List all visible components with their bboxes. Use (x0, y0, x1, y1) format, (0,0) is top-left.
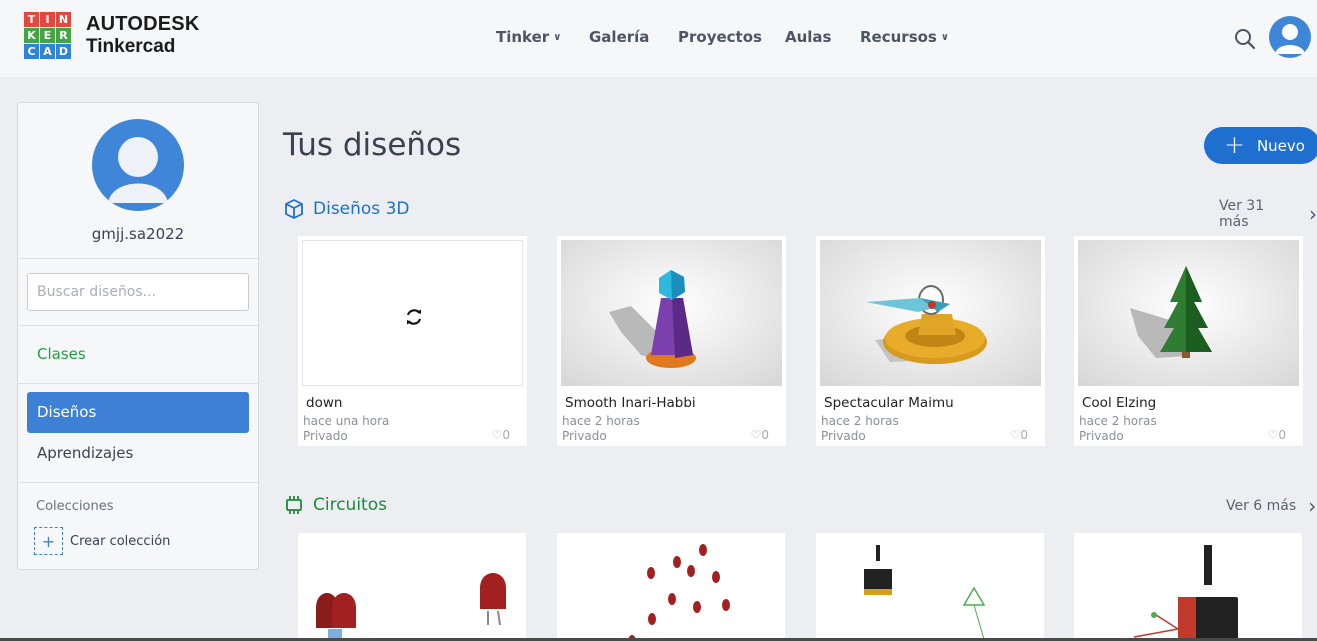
circuit-thumbnail (316, 573, 506, 639)
create-collection-button[interactable]: + Crear colección (34, 527, 170, 555)
chevron-down-icon: ∨ (553, 32, 562, 43)
design-thumbnail (1078, 240, 1299, 386)
like-count-value: 0 (502, 428, 510, 442)
user-avatar-icon[interactable] (1269, 16, 1311, 58)
main-nav: Tinker ∨ Galería Proyectos Aulas Recursos… (0, 0, 1317, 77)
chevron-right-icon: › (1308, 494, 1317, 518)
sidebar-username[interactable]: gmjj.sa2022 (18, 225, 258, 243)
designs-3d-heading[interactable]: Diseños 3D (283, 198, 409, 220)
chevron-down-icon: ∨ (940, 32, 949, 43)
design-thumbnail (820, 240, 1041, 386)
profile-avatar[interactable] (92, 119, 184, 211)
like-count[interactable]: ♡0 (751, 428, 769, 442)
nav-tinker[interactable]: Tinker ∨ (496, 28, 561, 46)
like-count-value: 0 (1020, 428, 1028, 442)
divider (18, 482, 258, 483)
design-name: Smooth Inari-Habbi (565, 395, 696, 411)
circuit-chip-icon (286, 496, 302, 514)
sidebar: gmjj.sa2022 Clases Diseños Aprendizajes … (17, 102, 259, 570)
sidebar-item-disenos[interactable]: Diseños (27, 392, 249, 433)
circuit-thumbnail (1133, 545, 1238, 641)
nav-label: Recursos (860, 28, 937, 46)
like-count-value: 0 (761, 428, 769, 442)
page-title: Tus diseños (283, 127, 462, 163)
design-card[interactable]: Smooth Inari-Habbi hace 2 horas Privado … (557, 236, 786, 446)
design-visibility: Privado (562, 429, 607, 443)
see-more-label: Ver 6 más (1226, 498, 1297, 514)
design-visibility: Privado (821, 429, 866, 443)
plus-icon: + (1224, 130, 1245, 159)
design-card[interactable]: down hace una hora Privado ♡0 (298, 236, 527, 446)
design-time: hace 2 horas (562, 414, 640, 428)
refresh-icon (406, 309, 422, 325)
nav-galeria[interactable]: Galería (589, 28, 649, 46)
circuit-thumbnail (628, 544, 730, 641)
design-card[interactable]: Spectacular Maimu hace 2 horas Privado ♡… (816, 236, 1045, 446)
create-collection-label: Crear colección (70, 533, 171, 549)
design-thumbnail (561, 240, 782, 386)
search-icon[interactable] (1233, 27, 1257, 51)
top-header: T I N K E R C A D AUTODESK Tinkercad Tin… (0, 0, 1317, 77)
heart-icon: ♡ (491, 428, 503, 442)
nav-aulas[interactable]: Aulas (785, 28, 831, 46)
plus-icon: + (34, 527, 63, 555)
design-time: hace una hora (303, 414, 390, 428)
nav-recursos[interactable]: Recursos ∨ (860, 28, 949, 46)
section-title: Circuitos (313, 495, 387, 515)
circuit-card[interactable] (557, 533, 785, 641)
like-count[interactable]: ♡0 (1010, 428, 1028, 442)
new-design-button[interactable]: + Nuevo (1204, 127, 1317, 164)
search-designs-input[interactable] (27, 273, 249, 311)
design-name: down (306, 395, 343, 411)
design-card[interactable]: Cool Elzing hace 2 horas Privado ♡0 (1074, 236, 1303, 446)
divider (18, 325, 258, 326)
like-count[interactable]: ♡0 (1268, 428, 1286, 442)
like-count-value: 0 (1278, 428, 1286, 442)
circuit-card[interactable] (1074, 533, 1302, 641)
design-name: Cool Elzing (1082, 395, 1157, 411)
see-more-circuits-link[interactable]: Ver 6 más › (1226, 494, 1316, 518)
sidebar-item-clases[interactable]: Clases (27, 334, 249, 375)
heart-icon: ♡ (1267, 428, 1279, 442)
like-count[interactable]: ♡0 (492, 428, 510, 442)
sidebar-item-aprendizajes[interactable]: Aprendizajes (27, 433, 249, 474)
see-more-3d-link[interactable]: Ver 31 más › (1219, 198, 1317, 230)
nav-label: Tinker (496, 28, 550, 46)
collections-heading: Colecciones (36, 499, 114, 514)
heart-icon: ♡ (1009, 428, 1021, 442)
divider (18, 383, 258, 384)
nav-label: Galería (589, 28, 650, 46)
section-title: Diseños 3D (313, 199, 410, 219)
circuit-card[interactable] (816, 533, 1044, 641)
design-visibility: Privado (303, 429, 348, 443)
divider (18, 258, 258, 259)
design-time: hace 2 horas (821, 414, 899, 428)
nav-proyectos[interactable]: Proyectos (678, 28, 762, 46)
nav-label: Proyectos (678, 28, 762, 46)
design-name: Spectacular Maimu (824, 395, 954, 411)
heart-icon: ♡ (750, 428, 762, 442)
chevron-right-icon: › (1309, 202, 1317, 226)
circuits-heading[interactable]: Circuitos (283, 494, 387, 516)
cube-icon (285, 199, 303, 219)
new-button-label: Nuevo (1256, 136, 1305, 155)
design-time: hace 2 horas (1079, 414, 1157, 428)
design-visibility: Privado (1079, 429, 1124, 443)
circuit-thumbnail (864, 545, 986, 641)
circuit-card[interactable] (298, 533, 526, 641)
see-more-label: Ver 31 más (1219, 198, 1265, 230)
design-thumbnail (302, 240, 523, 386)
nav-label: Aulas (785, 28, 832, 46)
